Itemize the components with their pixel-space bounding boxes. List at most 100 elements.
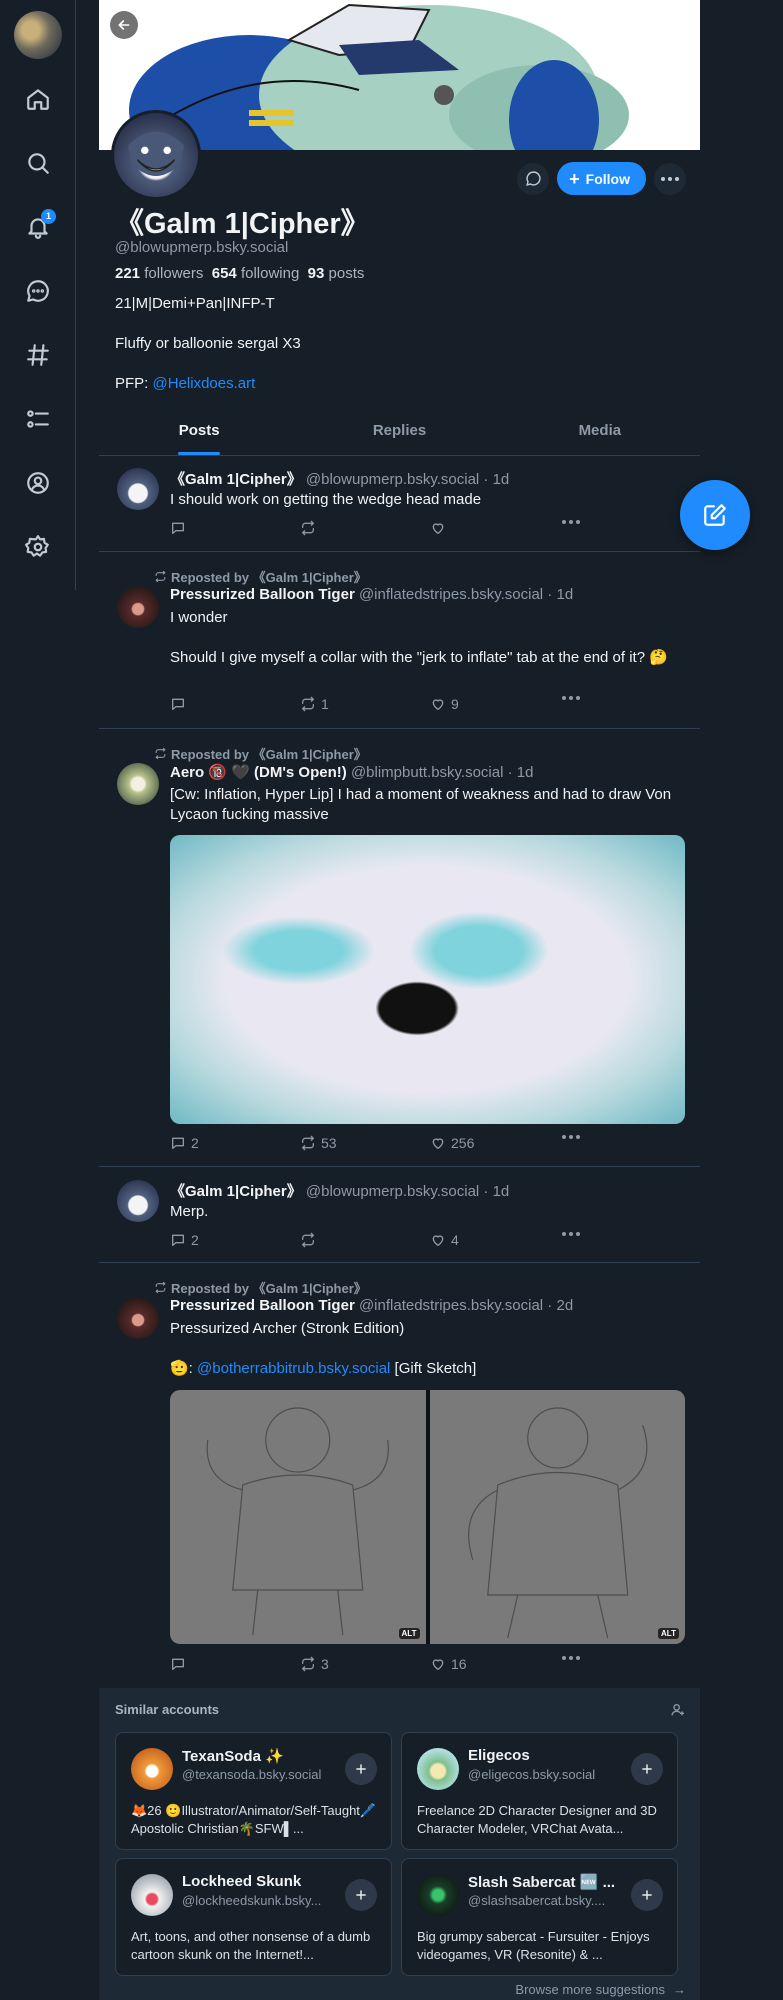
post-more-button[interactable] [562,696,580,700]
reply-button[interactable]: 2 [170,1232,199,1248]
suggested-account-card[interactable]: TexanSoda ✨ @texansoda.bsky.social 🦊26 🙂… [115,1732,392,1850]
chat-bubble-icon [525,171,541,186]
post-item[interactable]: 《Galm 1|Cipher》 @blowupmerp.bsky.social … [99,456,700,552]
like-button[interactable]: 16 [430,1656,467,1672]
repost-icon [302,1656,314,1672]
repost-button[interactable] [300,520,321,536]
plus-icon [642,1764,652,1774]
following-stat[interactable]: 654 following [212,265,300,282]
suggested-account-card[interactable]: Eligecos @eligecos.bsky.social Freelance… [401,1732,678,1850]
avatar-art [128,131,184,176]
post-text: I should work on getting the wedge head … [170,491,482,508]
compose-post-button[interactable] [680,480,750,550]
notifications-bell-icon[interactable]: 1 [18,207,58,247]
followers-stat[interactable]: 221 followers [115,265,203,282]
more-options-button[interactable] [654,162,686,195]
follow-suggestion-button[interactable] [631,1753,663,1785]
like-button[interactable] [430,520,451,536]
reply-button[interactable] [170,1656,191,1672]
post-text: I wonder [170,609,228,626]
back-button[interactable] [110,11,138,39]
suggested-account-card[interactable]: Slash Sabercat 🆕 ... @slashsabercat.bsky… [401,1858,678,1976]
suggested-account-handle: @lockheedskunk.bsky... [182,1893,322,1908]
alt-text-badge[interactable]: ALT [398,1628,420,1639]
tab-media[interactable]: Media [500,412,700,455]
heart-icon [432,1138,444,1149]
repost-icon [302,520,314,536]
post-author-avatar[interactable] [117,763,159,805]
reply-button[interactable] [170,696,191,712]
suggested-account-name: Eligecos [468,1747,530,1764]
post-item[interactable]: Reposted by 《Galm 1|Cipher》 Aero 🔞 🖤 (DM… [99,730,700,1167]
compose-pencil-icon [704,504,726,526]
repost-icon [155,747,166,760]
suggested-account-avatar [417,1748,459,1790]
repost-icon [302,1232,314,1248]
reply-button[interactable] [170,520,191,536]
bio-line: 21|M|Demi+Pan|INFP-T [115,295,275,312]
mention-link[interactable]: @botherrabbitrub.bsky.social [197,1360,390,1377]
follow-suggestion-button[interactable] [345,1753,377,1785]
follow-button[interactable]: + Follow [557,162,646,195]
suggested-account-card[interactable]: Lockheed Skunk @lockheedskunk.bsky... Ar… [115,1858,392,1976]
post-author-avatar[interactable] [117,1180,159,1222]
browse-more-suggestions-link[interactable]: Browse more suggestions → [515,1982,686,1997]
follow-suggestion-button[interactable] [631,1879,663,1911]
post-item[interactable]: Reposted by 《Galm 1|Cipher》 Pressurized … [99,1264,700,1688]
like-button[interactable]: 4 [430,1232,459,1248]
suggested-account-avatar [417,1874,459,1916]
repost-button[interactable] [300,1232,321,1248]
post-more-button[interactable] [562,1656,580,1660]
suggested-account-bio: Art, toons, and other nonsense of a dumb… [131,1929,371,1962]
post-author-name[interactable]: Pressurized Balloon Tiger [170,586,355,603]
post-author-name[interactable]: Aero 🔞 🖤 (DM's Open!) [170,764,347,781]
post-item[interactable]: 《Galm 1|Cipher》 @blowupmerp.bsky.social … [99,1168,700,1263]
follow-suggestion-button[interactable] [345,1879,377,1911]
post-text: Merp. [170,1203,209,1220]
notification-badge: 1 [41,209,56,224]
post-author-name[interactable]: 《Galm 1|Cipher》 [170,471,302,488]
tab-posts[interactable]: Posts [99,412,299,455]
lists-icon[interactable] [18,399,58,439]
post-image[interactable] [170,835,685,1124]
feeds-hashtag-icon[interactable] [18,335,58,375]
post-author-avatar[interactable] [117,1297,159,1339]
tab-replies[interactable]: Replies [299,412,499,455]
post-author-name[interactable]: Pressurized Balloon Tiger [170,1297,355,1314]
posts-stat: 93 posts [307,265,365,282]
like-button[interactable]: 256 [430,1135,474,1151]
person-add-icon[interactable] [670,1702,686,1722]
post-author-name[interactable]: 《Galm 1|Cipher》 [170,1183,302,1200]
suggested-account-name: Slash Sabercat 🆕 ... [468,1874,616,1891]
post-image-gallery: ALT ALT [170,1390,685,1644]
similar-accounts-section: Similar accounts TexanSoda ✨ @texansoda.… [99,1688,700,2000]
search-icon[interactable] [18,143,58,183]
profile-actions: + Follow [517,162,686,195]
post-more-button[interactable] [562,1135,580,1139]
pfp-credit-link[interactable]: @Helixdoes.art [153,375,256,392]
arrow-right-icon: → [673,1982,686,1997]
post-author-avatar[interactable] [117,586,159,628]
current-user-avatar[interactable] [14,11,62,59]
post-author-handle: @inflatedstripes.bsky.social · 2d [358,1297,574,1314]
settings-gear-icon[interactable] [18,527,58,567]
post-more-button[interactable] [562,1232,580,1236]
repost-indicator: Reposted by 《Galm 1|Cipher》 [154,1278,367,1297]
message-button[interactable] [517,162,550,195]
home-icon[interactable] [18,79,58,119]
post-more-button[interactable] [562,520,580,524]
profile-avatar[interactable] [111,110,201,200]
repost-button[interactable]: 53 [300,1135,337,1151]
alt-text-badge[interactable]: ALT [658,1628,679,1639]
post-item[interactable]: Reposted by 《Galm 1|Cipher》 Pressurized … [99,553,700,729]
repost-button[interactable]: 3 [300,1656,329,1672]
profile-icon[interactable] [18,463,58,503]
reply-icon [172,1137,184,1149]
repost-button[interactable]: 1 [300,696,329,712]
reply-button[interactable]: 2 [170,1135,199,1151]
chat-icon[interactable] [18,271,58,311]
like-button[interactable]: 9 [430,696,459,712]
post-image[interactable]: ALT [170,1390,426,1644]
post-image[interactable]: ALT [429,1390,685,1644]
post-author-avatar[interactable] [117,468,159,510]
